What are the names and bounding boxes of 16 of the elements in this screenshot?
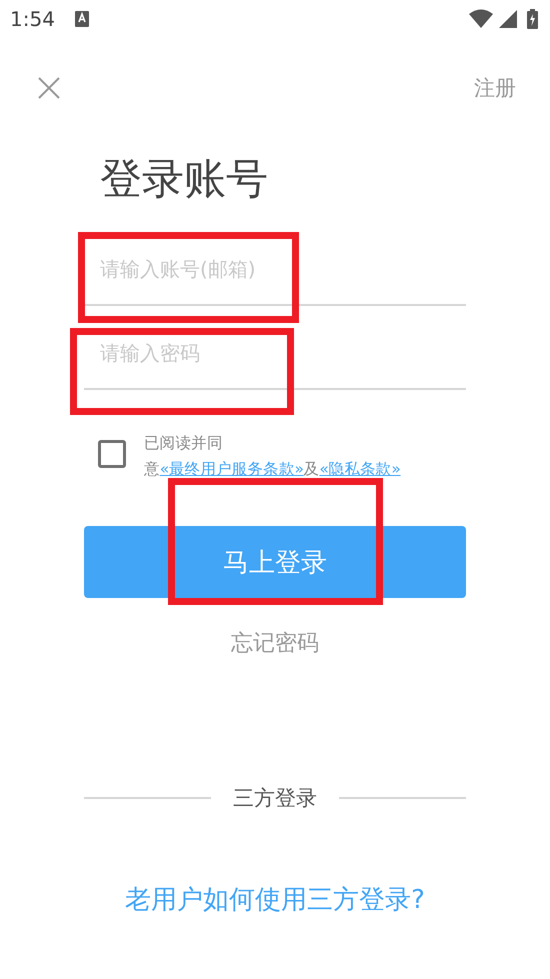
status-time: 1:54 (10, 7, 55, 31)
battery-icon (527, 9, 538, 29)
third-party-help-link[interactable]: 老用户如何使用三方登录? (125, 882, 425, 918)
signal-icon (499, 10, 517, 28)
register-link[interactable]: 注册 (474, 74, 516, 102)
close-icon[interactable] (38, 77, 60, 99)
keyboard-icon (74, 11, 89, 27)
forgot-password-link[interactable]: 忘记密码 (231, 628, 319, 658)
agreement-text: 已阅读并同意«最终用户服务条款»及«隐私条款» (144, 433, 402, 480)
terms-link[interactable]: «隐私条款» (319, 460, 401, 478)
terms-link[interactable]: «最终用户服务条款» (160, 460, 304, 478)
page-title: 登录账号 (100, 154, 269, 204)
wifi-icon (469, 9, 493, 29)
login-button[interactable]: 马上登录 (84, 526, 466, 598)
agreement-checkbox[interactable] (98, 440, 126, 468)
third-party-login-label: 三方登录 (233, 785, 317, 812)
